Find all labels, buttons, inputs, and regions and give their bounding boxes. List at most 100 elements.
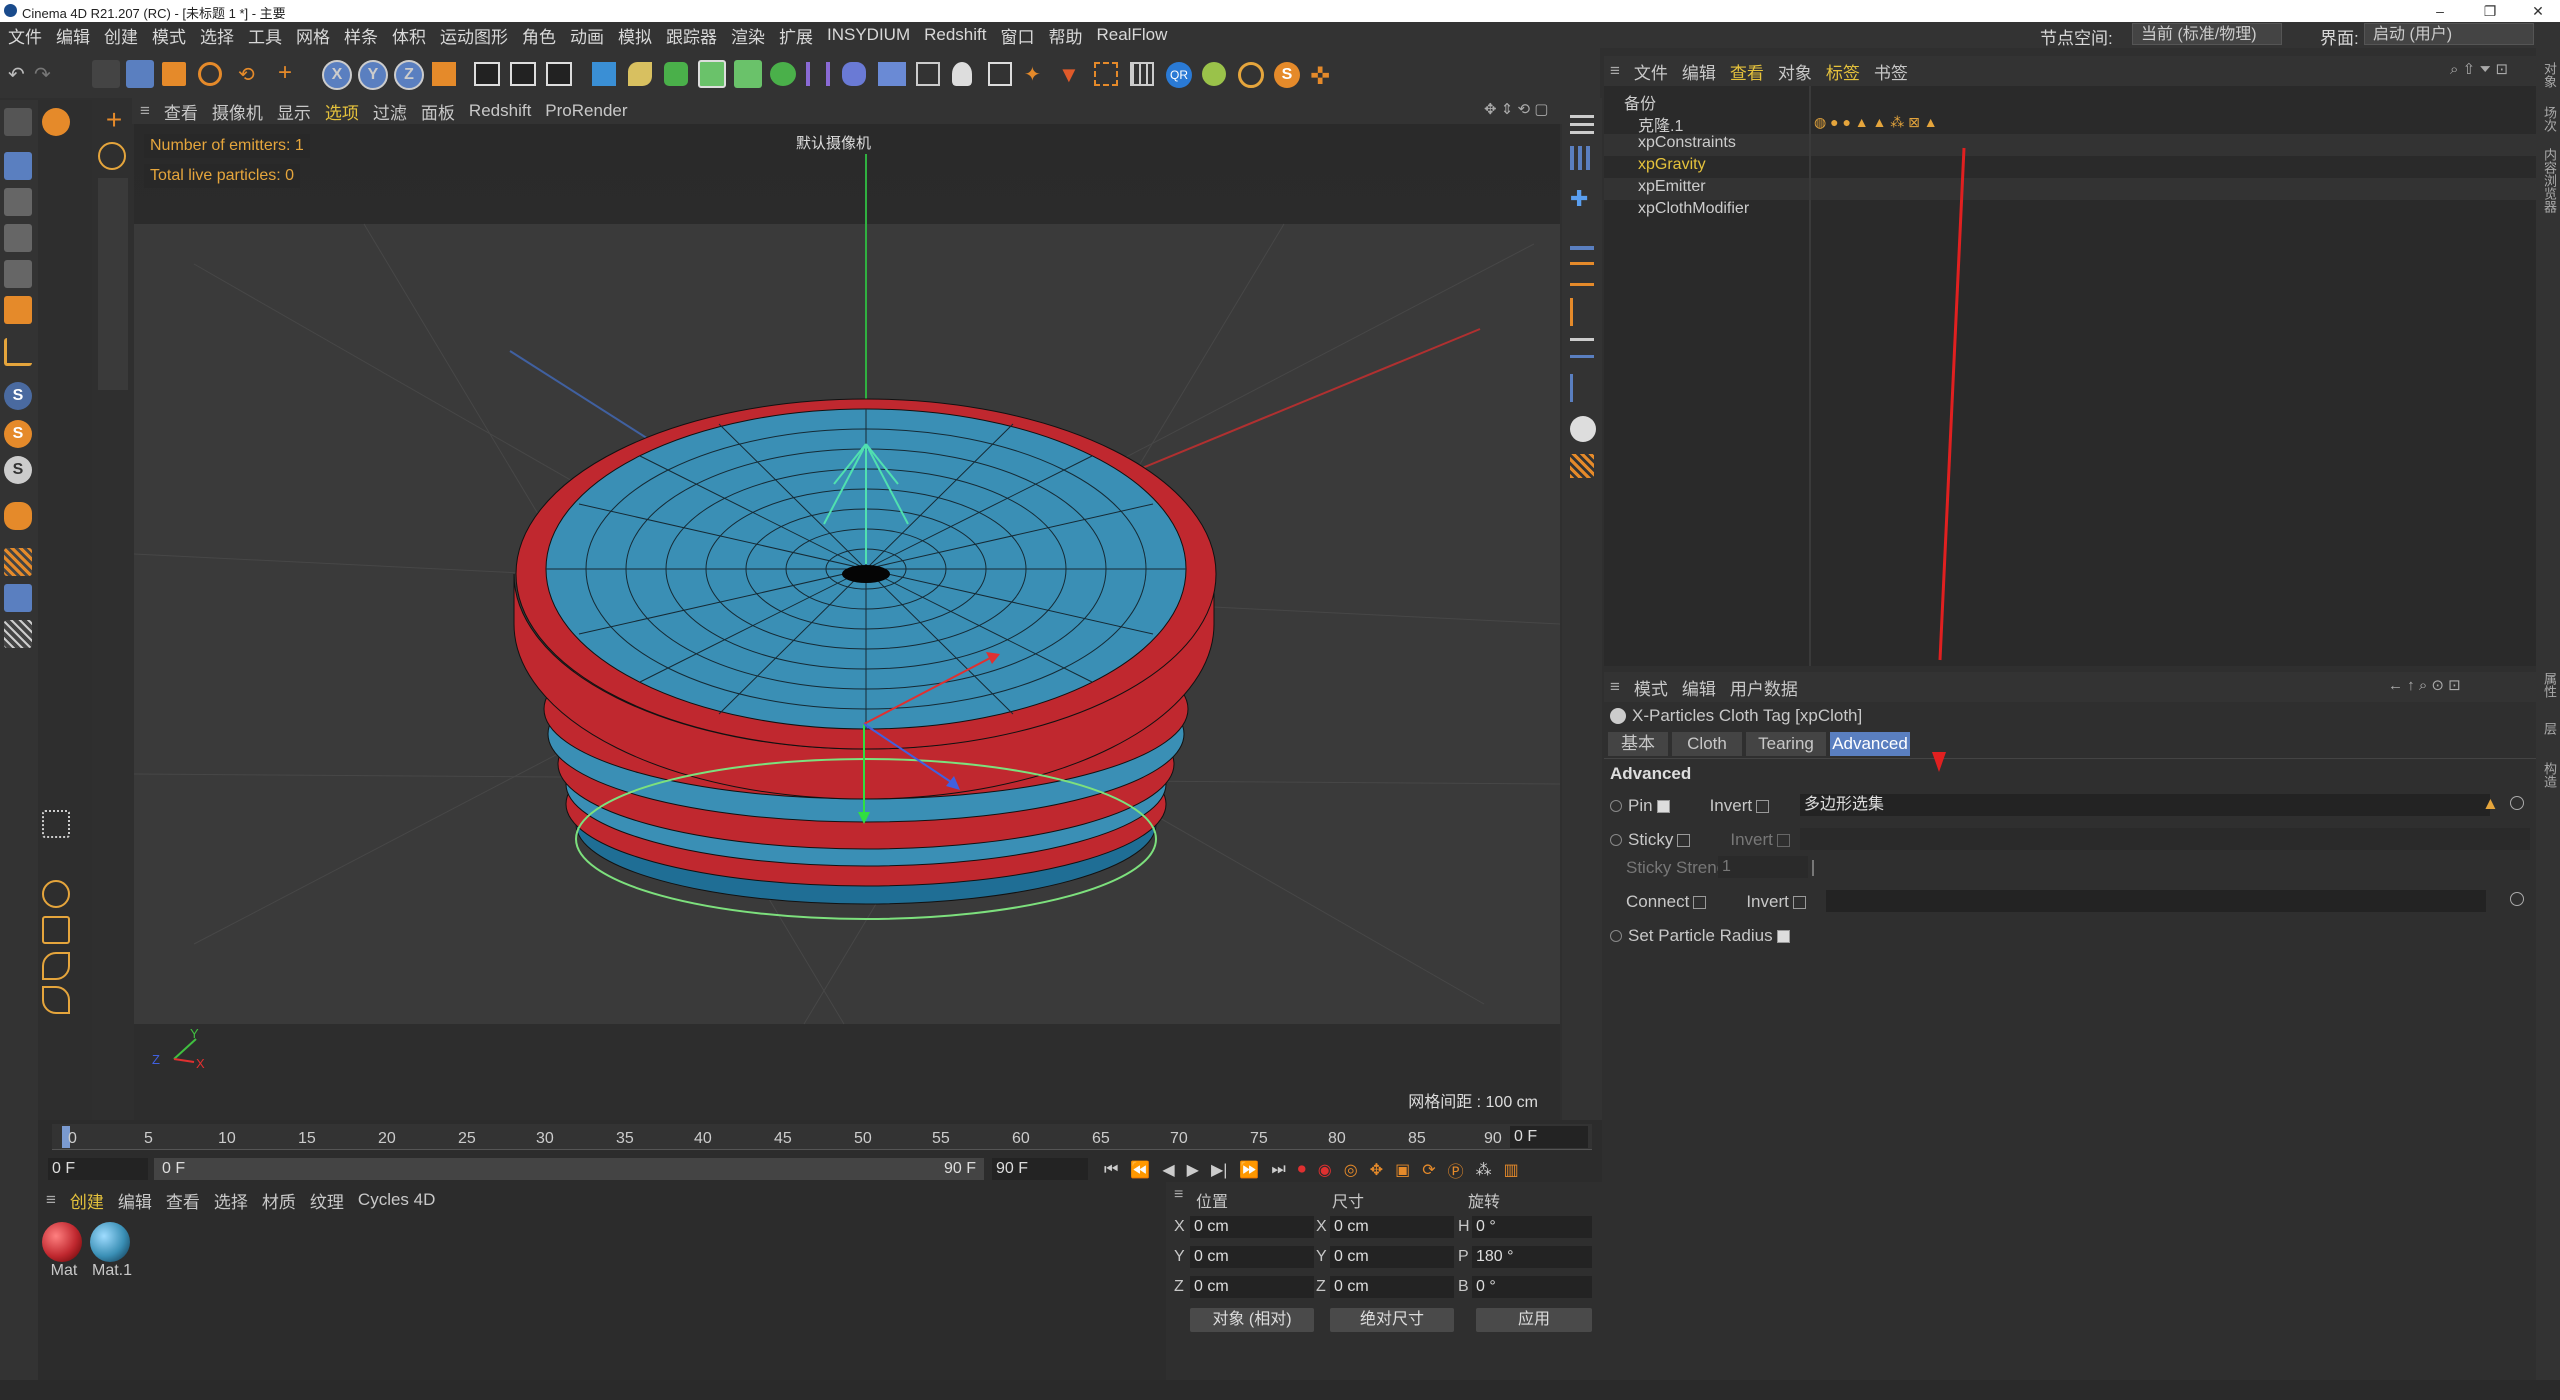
sticky-strength-slider[interactable] bbox=[1812, 860, 1814, 876]
pos-z-field[interactable]: 0 cm bbox=[1190, 1276, 1314, 1298]
rect-select-icon[interactable] bbox=[42, 810, 70, 838]
viewport-menu-filter[interactable]: 过滤 bbox=[373, 99, 407, 124]
knife-icon[interactable] bbox=[42, 952, 70, 980]
xp-emitter-icon[interactable]: ✦ bbox=[1024, 62, 1048, 86]
render-picture-viewer-icon[interactable] bbox=[510, 62, 536, 86]
preview-range-slider[interactable]: 0 F 90 F bbox=[154, 1158, 984, 1180]
viewport-menu-display[interactable]: 显示 bbox=[277, 99, 311, 124]
axis-x-icon[interactable]: X bbox=[322, 60, 352, 90]
plugin-b-icon[interactable] bbox=[1202, 62, 1226, 86]
menu-character[interactable]: 角色 bbox=[522, 23, 556, 48]
points-mode-icon[interactable] bbox=[4, 224, 32, 252]
arrange-icon[interactable] bbox=[1570, 146, 1594, 170]
sticky-anim-icon[interactable] bbox=[1610, 834, 1622, 846]
viewport-menu-panel[interactable]: 面板 bbox=[421, 99, 455, 124]
coord-mode-select[interactable]: 对象 (相对) bbox=[1190, 1308, 1314, 1332]
goto-start-icon[interactable]: ⏮ bbox=[1104, 1161, 1118, 1179]
menu-simulate[interactable]: 模拟 bbox=[618, 23, 652, 48]
rotate-tool-icon[interactable] bbox=[198, 62, 222, 86]
tab-basic[interactable]: 基本 bbox=[1608, 732, 1668, 756]
spread-icon[interactable]: ✜ bbox=[1310, 62, 1336, 90]
transform-icon[interactable]: + bbox=[278, 61, 302, 86]
render-settings-icon[interactable] bbox=[546, 62, 572, 86]
pin-invert-checkbox[interactable] bbox=[1756, 799, 1770, 813]
axis-mode-icon[interactable] bbox=[4, 338, 32, 366]
prev-key-icon[interactable]: ⏪ bbox=[1130, 1160, 1150, 1180]
menu-animate[interactable]: 动画 bbox=[570, 23, 604, 48]
menu-window[interactable]: 窗口 bbox=[1001, 23, 1035, 48]
workplane-icon[interactable] bbox=[4, 548, 32, 576]
grid-icon[interactable] bbox=[1130, 62, 1154, 86]
locked-workplane-icon[interactable] bbox=[4, 584, 32, 612]
tab-takes[interactable]: 场次 bbox=[2540, 106, 2559, 132]
size-mode-select[interactable]: 绝对尺寸 bbox=[1330, 1308, 1454, 1332]
cube-icon[interactable] bbox=[592, 62, 616, 86]
brush-icon[interactable] bbox=[42, 880, 70, 908]
bridge-icon[interactable] bbox=[42, 986, 70, 1014]
current-frame-field[interactable]: 0 F bbox=[1510, 1126, 1588, 1148]
next-frame-icon[interactable]: ▶| bbox=[1211, 1160, 1227, 1180]
keyframe-selection-icon[interactable]: ◎ bbox=[1344, 1160, 1358, 1180]
xp-generator-icon[interactable]: ▼ bbox=[1058, 62, 1082, 87]
add-icon[interactable]: + bbox=[100, 106, 128, 136]
rot-b-field[interactable]: 0 ° bbox=[1472, 1276, 1592, 1298]
size-z-field[interactable]: 0 cm bbox=[1330, 1276, 1454, 1298]
viewport-menu-options[interactable]: 选项 bbox=[325, 99, 359, 124]
menu-insydium[interactable]: INSYDIUM bbox=[827, 25, 910, 45]
panel-menu-icon[interactable]: ≡ bbox=[140, 101, 150, 121]
recent-tool-icon[interactable]: ⟲ bbox=[238, 62, 262, 86]
sticky-checkbox[interactable] bbox=[1677, 833, 1691, 847]
attr-menu-mode[interactable]: 模式 bbox=[1634, 675, 1668, 700]
align-icon[interactable] bbox=[1570, 226, 1594, 250]
pin-selection-field[interactable]: 多边形选集 bbox=[1800, 794, 2490, 816]
object-search-icons[interactable]: ⌕ ⇧ ⏷ ⊡ bbox=[2450, 60, 2508, 78]
menu-extensions[interactable]: 扩展 bbox=[779, 23, 813, 48]
environment-icon[interactable] bbox=[842, 62, 866, 86]
tab-objects[interactable]: 对象 bbox=[2540, 62, 2559, 88]
param-key-icon[interactable]: Ⓟ bbox=[1448, 1158, 1464, 1182]
tab-tearing[interactable]: Tearing bbox=[1746, 732, 1826, 756]
timeline-ruler[interactable]: 0 5 10 15 20 25 30 35 40 45 50 55 60 65 … bbox=[52, 1124, 1592, 1150]
render-view-icon[interactable] bbox=[474, 62, 500, 86]
sticky-strength-field[interactable]: 1 bbox=[1718, 856, 1808, 878]
material-menu-view[interactable]: 查看 bbox=[166, 1188, 200, 1213]
menu-render[interactable]: 渲染 bbox=[731, 23, 765, 48]
material-mat1[interactable]: Mat.1 bbox=[90, 1222, 134, 1286]
xp-system-icon[interactable] bbox=[988, 62, 1012, 86]
menu-volume[interactable]: 体积 bbox=[392, 23, 426, 48]
menu-spline[interactable]: 样条 bbox=[344, 23, 378, 48]
apply-button[interactable]: 应用 bbox=[1476, 1308, 1592, 1332]
next-key-icon[interactable]: ⏩ bbox=[1239, 1160, 1259, 1180]
goto-end-icon[interactable]: ⏭ bbox=[1271, 1161, 1285, 1179]
connect-invert-checkbox[interactable] bbox=[1792, 895, 1806, 909]
material-menu-cycles4d[interactable]: Cycles 4D bbox=[358, 1190, 435, 1210]
live-selection-icon[interactable] bbox=[42, 108, 70, 136]
make-editable-icon[interactable] bbox=[4, 108, 32, 136]
edges-mode-icon[interactable] bbox=[4, 260, 32, 288]
connect-checkbox[interactable] bbox=[1693, 895, 1707, 909]
close-icon[interactable]: ✕ bbox=[2518, 0, 2558, 22]
pen-icon[interactable] bbox=[628, 62, 652, 86]
axis-z-icon[interactable]: Z bbox=[394, 60, 424, 90]
size-y-field[interactable]: 0 cm bbox=[1330, 1246, 1454, 1268]
qr-icon[interactable]: QR bbox=[1166, 62, 1192, 88]
xp-cache-icon[interactable] bbox=[1094, 62, 1118, 86]
select-tool-icon[interactable] bbox=[92, 60, 120, 88]
add-view-icon[interactable]: ✚ bbox=[1570, 186, 1594, 211]
cloner-icon[interactable] bbox=[698, 60, 726, 88]
menu-mograph[interactable]: 运动图形 bbox=[440, 23, 508, 48]
light-icon[interactable] bbox=[952, 62, 972, 86]
set-radius-checkbox[interactable] bbox=[1776, 929, 1790, 943]
tab-structure[interactable]: 构造 bbox=[2540, 762, 2559, 788]
viewport-menu-view[interactable]: 查看 bbox=[164, 99, 198, 124]
s-plugin-icon[interactable]: S bbox=[1274, 62, 1300, 88]
viewport-menu-cameras[interactable]: 摄像机 bbox=[212, 99, 263, 124]
grid-plane-icon[interactable] bbox=[4, 620, 32, 648]
object-panel-icon[interactable]: ≡ bbox=[1610, 61, 1620, 81]
scene-icon[interactable] bbox=[1570, 454, 1594, 478]
deformer-icon[interactable] bbox=[734, 60, 762, 88]
layout-icon[interactable] bbox=[1570, 110, 1594, 134]
redo-icon[interactable]: ↷ bbox=[34, 62, 56, 86]
material-menu-texture[interactable]: 纹理 bbox=[310, 1188, 344, 1213]
polygons-mode-icon[interactable] bbox=[4, 296, 32, 324]
